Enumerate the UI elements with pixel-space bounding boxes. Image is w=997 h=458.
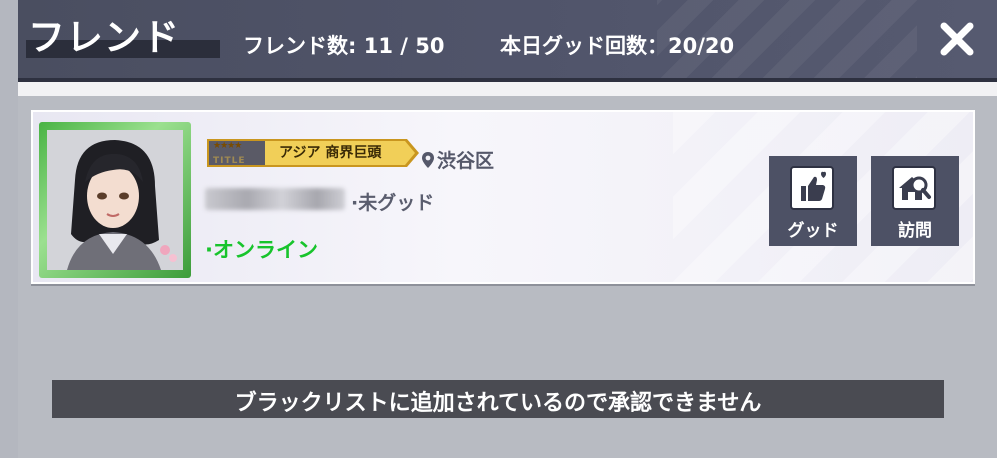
- online-status: ·オンライン: [205, 238, 318, 262]
- title-badge: ★★★★ TITLE アジア 商界巨頭: [207, 136, 419, 170]
- friend-card[interactable]: ★★★★ TITLE アジア 商界巨頭 渋谷区 ·未グッド ·オンライン グッド: [31, 110, 975, 284]
- thumbs-up-heart-icon: [790, 166, 834, 210]
- player-name-redacted: [205, 188, 345, 210]
- location-pin-icon: [422, 152, 434, 168]
- badge-label: アジア 商界巨頭: [279, 145, 382, 161]
- close-icon: [940, 22, 974, 56]
- avatar-frame[interactable]: [39, 122, 191, 278]
- good-status: ·未グッド: [351, 192, 435, 214]
- friend-count-text: フレンド数: 11 / 50: [243, 34, 445, 58]
- location: 渋谷区: [421, 146, 494, 173]
- good-button-label: グッド: [787, 221, 839, 241]
- badge-sub-label: TITLE: [213, 156, 246, 166]
- avatar: [47, 130, 183, 270]
- visit-house-icon: [892, 166, 936, 210]
- avatar-portrait: [47, 130, 183, 270]
- toast-message: ブラックリストに追加されているので承認できません: [52, 380, 944, 418]
- visit-button-label: 訪問: [898, 221, 932, 241]
- location-text: 渋谷区: [437, 150, 495, 172]
- good-button[interactable]: グッド: [769, 156, 857, 246]
- toast-text: ブラックリストに追加されているので承認できません: [234, 391, 762, 416]
- good-count-text: 本日グッド回数：20/20: [500, 34, 735, 58]
- visit-button[interactable]: 訪問: [871, 156, 959, 246]
- page-title: フレンド: [28, 16, 180, 59]
- divider-strip: [18, 82, 997, 96]
- star-icon: ★★★★: [213, 141, 242, 151]
- close-button[interactable]: [938, 20, 976, 58]
